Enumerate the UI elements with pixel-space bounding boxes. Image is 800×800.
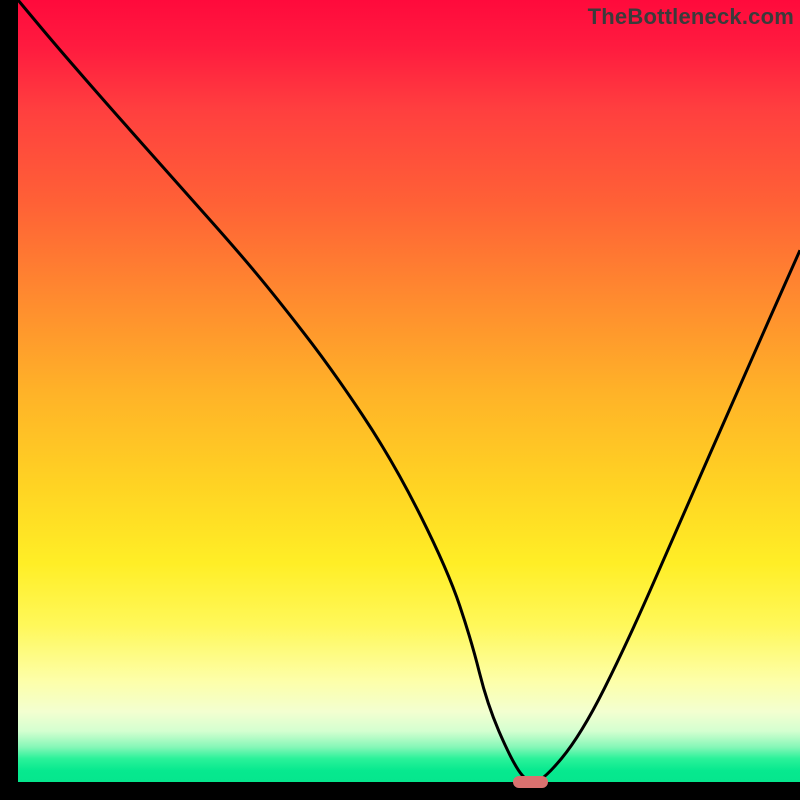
plot-area: TheBottleneck.com: [18, 0, 800, 782]
bottleneck-curve: [18, 0, 800, 782]
curve-path: [18, 0, 800, 782]
optimal-marker: [513, 776, 548, 789]
chart-frame: TheBottleneck.com: [0, 0, 800, 800]
